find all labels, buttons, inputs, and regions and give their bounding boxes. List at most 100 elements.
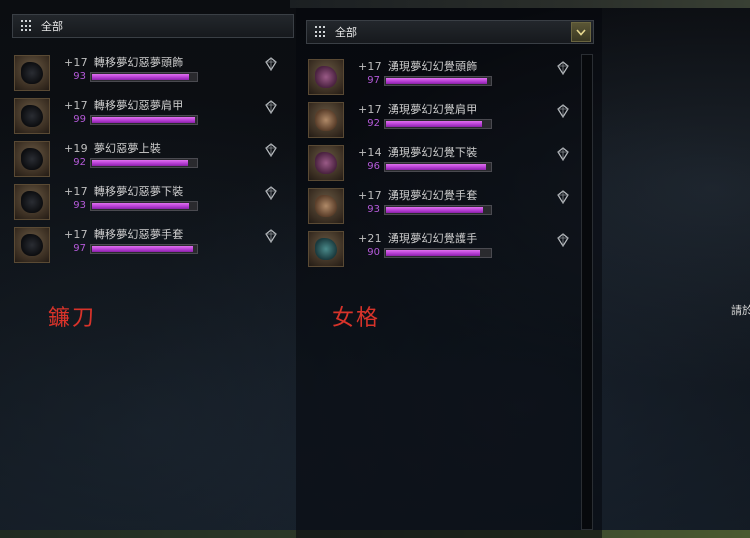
item-name: +17 轉移夢幻惡夢頭飾 [64, 54, 198, 69]
progress-bar [90, 157, 198, 168]
item-value: 93 [367, 204, 380, 215]
item-enhance-level: +17 [64, 228, 88, 241]
progress-bar [90, 243, 198, 254]
item-title: 湧現夢幻幻覺護手 [387, 232, 478, 245]
helmet-icon[interactable] [14, 55, 50, 91]
progress-fill [386, 120, 482, 127]
filter-dropdown[interactable]: 全部 [12, 14, 294, 38]
item-value: 93 [73, 200, 86, 211]
grid-menu-icon [21, 20, 33, 32]
item-enhance-level: +17 [358, 103, 382, 116]
item-value: 97 [73, 243, 86, 254]
progress-fill [386, 206, 483, 213]
crystal-slot-icon[interactable] [264, 99, 278, 115]
item-title: 轉移夢幻惡夢肩甲 [93, 99, 184, 112]
equipment-row[interactable]: +17 湧現夢幻幻覺肩甲 92 [308, 99, 569, 142]
item-value: 97 [367, 75, 380, 86]
item-value: 92 [367, 118, 380, 129]
progress-fill [92, 159, 188, 166]
item-title: 夢幻惡夢上裝 [93, 142, 162, 155]
scrollbar-track[interactable] [581, 54, 593, 530]
chest-armor-icon[interactable] [14, 141, 50, 177]
progress-bar [90, 200, 198, 211]
pauldron-icon[interactable] [14, 98, 50, 134]
item-name: +17 湧現夢幻幻覺肩甲 [358, 101, 492, 116]
equipment-row[interactable]: +14 湧現夢幻幻覺下裝 96 [308, 142, 569, 185]
equipment-row[interactable]: +21 湧現夢幻幻覺護手 90 [308, 228, 569, 271]
crystal-slot-icon[interactable] [556, 103, 570, 119]
item-name: +17 轉移夢幻惡夢肩甲 [64, 97, 198, 112]
grid-menu-icon [315, 26, 327, 38]
filter-selected-label: 全部 [41, 20, 63, 33]
left-inventory-panel: 全部 +17 轉移夢幻惡夢頭飾 93 +17 轉移夢幻惡夢肩甲 99 +19 夢幻惡夢上裝 92… [0, 0, 294, 538]
progress-fill [92, 73, 189, 80]
crystal-slot-icon[interactable] [556, 60, 570, 76]
crystal-slot-icon[interactable] [264, 56, 278, 72]
annotation-label: 女格 [332, 306, 381, 331]
item-title: 轉移夢幻惡夢頭飾 [93, 56, 184, 69]
item-value: 90 [367, 247, 380, 258]
crystal-slot-icon[interactable] [556, 232, 570, 248]
leg-armor-icon[interactable] [14, 184, 50, 220]
item-name: +19 夢幻惡夢上裝 [64, 140, 198, 155]
progress-bar [384, 75, 492, 86]
progress-fill [386, 163, 486, 170]
item-enhance-level: +17 [64, 185, 88, 198]
item-title: 轉移夢幻惡夢下裝 [93, 185, 184, 198]
item-name: +14 湧現夢幻幻覺下裝 [358, 144, 492, 159]
bracer-icon[interactable] [308, 231, 344, 267]
item-value: 93 [73, 71, 86, 82]
equipment-row[interactable]: +17 轉移夢幻惡夢頭飾 93 [14, 52, 277, 95]
crystal-slot-icon[interactable] [264, 142, 278, 158]
progress-fill [92, 202, 189, 209]
item-value: 96 [367, 161, 380, 172]
crystal-slot-icon[interactable] [556, 189, 570, 205]
item-value: 92 [73, 157, 86, 168]
equipment-row[interactable]: +17 轉移夢幻惡夢肩甲 99 [14, 95, 277, 138]
crystal-slot-icon[interactable] [556, 146, 570, 162]
item-name: +17 轉移夢幻惡夢手套 [64, 226, 198, 241]
item-enhance-level: +17 [358, 189, 382, 202]
item-value: 99 [73, 114, 86, 125]
item-title: 湧現夢幻幻覺下裝 [387, 146, 478, 159]
progress-bar [384, 161, 492, 172]
item-title: 湧現夢幻幻覺肩甲 [387, 103, 478, 116]
item-enhance-level: +14 [358, 146, 382, 159]
item-enhance-level: +19 [64, 142, 88, 155]
crystal-slot-icon[interactable] [264, 228, 278, 244]
equipment-list: +17 湧現夢幻幻覺頭飾 97 +17 湧現夢幻幻覺肩甲 92 +14 湧現夢幻幻覺下裝 96 +… [308, 56, 569, 271]
filter-selected-label: 全部 [335, 26, 357, 39]
item-title: 湧現夢幻幻覺手套 [387, 189, 478, 202]
equipment-row[interactable]: +17 轉移夢幻惡夢下裝 93 [14, 181, 277, 224]
chevron-down-icon[interactable] [571, 22, 591, 42]
progress-bar [384, 204, 492, 215]
helmet-icon[interactable] [308, 59, 344, 95]
progress-bar [90, 114, 198, 125]
item-title: 轉移夢幻惡夢手套 [93, 228, 184, 241]
item-name: +21 湧現夢幻幻覺護手 [358, 230, 492, 245]
equipment-row[interactable]: +17 湧現夢幻幻覺手套 93 [308, 185, 569, 228]
progress-fill [386, 249, 480, 256]
top-edge-strip [290, 0, 750, 8]
side-hint-text: 請於 [731, 304, 750, 317]
pauldron-icon[interactable] [308, 102, 344, 138]
filter-dropdown[interactable]: 全部 [306, 20, 594, 44]
item-enhance-level: +17 [64, 56, 88, 69]
item-title: 湧現夢幻幻覺頭飾 [387, 60, 478, 73]
progress-bar [384, 247, 492, 258]
glove-icon[interactable] [308, 188, 344, 224]
equipment-row[interactable]: +17 轉移夢幻惡夢手套 97 [14, 224, 277, 267]
right-inventory-panel: 全部 +17 湧現夢幻幻覺頭飾 97 +17 湧現夢幻幻覺肩甲 92 +14 湧現夢幻幻覺下裝… [296, 8, 602, 538]
equipment-row[interactable]: +19 夢幻惡夢上裝 92 [14, 138, 277, 181]
item-name: +17 湧現夢幻幻覺頭飾 [358, 58, 492, 73]
progress-bar [90, 71, 198, 82]
item-enhance-level: +17 [64, 99, 88, 112]
progress-fill [92, 116, 195, 123]
item-enhance-level: +17 [358, 60, 382, 73]
annotation-label: 鐮刀 [48, 306, 97, 331]
crystal-slot-icon[interactable] [264, 185, 278, 201]
leg-armor-icon[interactable] [308, 145, 344, 181]
equipment-row[interactable]: +17 湧現夢幻幻覺頭飾 97 [308, 56, 569, 99]
item-name: +17 湧現夢幻幻覺手套 [358, 187, 492, 202]
gauntlet-icon[interactable] [14, 227, 50, 263]
